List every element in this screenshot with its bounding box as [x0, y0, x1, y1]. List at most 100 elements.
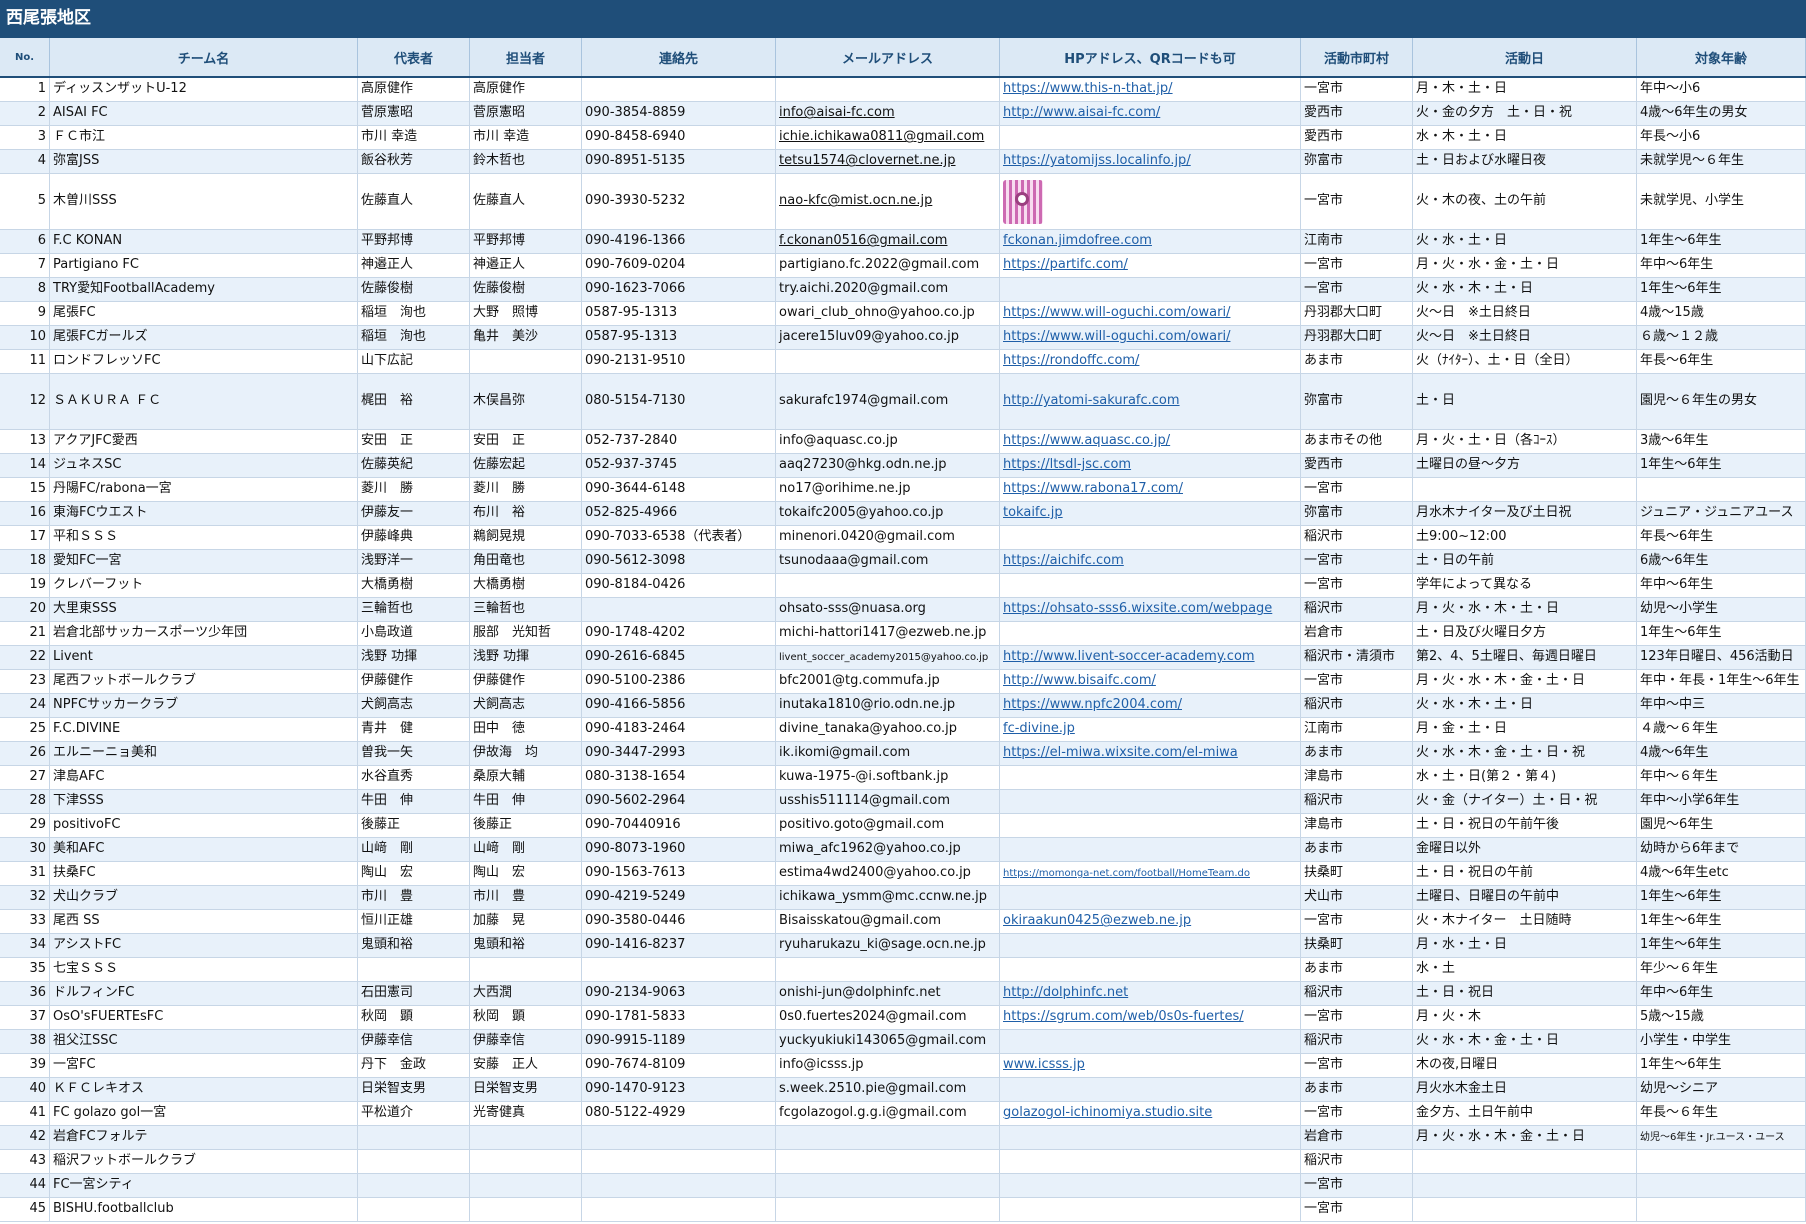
cell-activity-days[interactable]: 火・水・土・日 — [1413, 230, 1637, 253]
cell-city[interactable]: 愛西市 — [1301, 126, 1413, 149]
cell-email[interactable]: kuwa-1975-@i.softbank.jp — [776, 766, 1000, 789]
cell-contact-person[interactable]: 加藤 晃 — [470, 910, 582, 933]
cell-team-name[interactable]: 尾張FCガールズ — [50, 326, 358, 349]
cell-activity-days[interactable] — [1413, 1198, 1637, 1221]
cell-email[interactable]: try.aichi.2020@gmail.com — [776, 278, 1000, 301]
header-activity-days[interactable]: 活動日 — [1413, 38, 1637, 76]
cell-homepage[interactable]: fckonan.jimdofree.com — [1000, 230, 1301, 253]
cell-no[interactable]: 17 — [0, 526, 50, 549]
cell-activity-days[interactable]: 火・木の夜、土の午前 — [1413, 174, 1637, 229]
cell-target-age[interactable]: ４歳～６年生 — [1637, 718, 1806, 741]
cell-team-name[interactable]: ドルフィンFC — [50, 982, 358, 1005]
cell-email-text[interactable]: usshis511114@gmail.com — [779, 794, 950, 809]
cell-email-text[interactable]: yuckyukiuki143065@gmail.com — [779, 1034, 986, 1049]
cell-representative[interactable]: 日栄智支男 — [358, 1078, 470, 1101]
cell-phone[interactable] — [582, 78, 776, 101]
cell-target-age[interactable]: 幼児～小学生 — [1637, 598, 1806, 621]
cell-city[interactable]: あま市その他 — [1301, 430, 1413, 453]
cell-representative[interactable]: 石田憲司 — [358, 982, 470, 1005]
cell-representative[interactable]: 神邉正人 — [358, 254, 470, 277]
header-email[interactable]: メールアドレス — [776, 38, 1000, 76]
cell-activity-days[interactable]: 土曜日、日曜日の午前中 — [1413, 886, 1637, 909]
cell-activity-days[interactable]: 火・金（ナイター）土・日・祝 — [1413, 790, 1637, 813]
cell-email[interactable]: yuckyukiuki143065@gmail.com — [776, 1030, 1000, 1053]
cell-email[interactable]: minenori.0420@gmail.com — [776, 526, 1000, 549]
cell-email-text[interactable]: divine_tanaka@yahoo.co.jp — [779, 722, 957, 737]
cell-team-name[interactable]: 平和ＳＳＳ — [50, 526, 358, 549]
cell-no[interactable]: 23 — [0, 670, 50, 693]
cell-no[interactable]: 10 — [0, 326, 50, 349]
cell-activity-days[interactable]: 火・水・木・土・日 — [1413, 694, 1637, 717]
cell-city[interactable]: 扶桑町 — [1301, 862, 1413, 885]
cell-representative[interactable] — [358, 1126, 470, 1149]
cell-contact-person[interactable]: 神邉正人 — [470, 254, 582, 277]
cell-target-age[interactable]: 年中～小学6年生 — [1637, 790, 1806, 813]
cell-team-name[interactable]: Livent — [50, 646, 358, 669]
cell-city[interactable]: あま市 — [1301, 350, 1413, 373]
cell-contact-person[interactable]: 伊藤幸信 — [470, 1030, 582, 1053]
cell-phone[interactable]: 080-5154-7130 — [582, 374, 776, 429]
cell-contact-person[interactable]: 浅野 功揮 — [470, 646, 582, 669]
cell-city[interactable]: 稲沢市・清須市 — [1301, 646, 1413, 669]
cell-representative[interactable]: 後藤正 — [358, 814, 470, 837]
cell-homepage[interactable] — [1000, 526, 1301, 549]
cell-city[interactable]: あま市 — [1301, 742, 1413, 765]
cell-phone[interactable] — [582, 958, 776, 981]
cell-no[interactable]: 12 — [0, 374, 50, 429]
cell-target-age[interactable]: 1年生～6年生 — [1637, 230, 1806, 253]
cell-activity-days[interactable]: 土・日・祝日 — [1413, 982, 1637, 1005]
cell-phone[interactable]: 090-1470-9123 — [582, 1078, 776, 1101]
cell-phone[interactable]: 090-2616-6845 — [582, 646, 776, 669]
cell-phone[interactable]: 090-8184-0426 — [582, 574, 776, 597]
cell-email[interactable] — [776, 958, 1000, 981]
cell-phone[interactable]: 0587-95-1313 — [582, 302, 776, 325]
cell-phone[interactable]: 090-7674-8109 — [582, 1054, 776, 1077]
cell-team-name[interactable]: ＫＦＣレキオス — [50, 1078, 358, 1101]
cell-no[interactable]: 5 — [0, 174, 50, 229]
cell-no[interactable]: 11 — [0, 350, 50, 373]
cell-email-text[interactable]: miwa_afc1962@yahoo.co.jp — [779, 842, 961, 857]
cell-homepage[interactable]: https://rondoffc.com/ — [1000, 350, 1301, 373]
cell-target-age[interactable]: 年中～6年生 — [1637, 574, 1806, 597]
cell-representative[interactable]: 大橋勇樹 — [358, 574, 470, 597]
cell-team-name[interactable]: ディッスンザットU-12 — [50, 78, 358, 101]
cell-activity-days[interactable]: 月・水・土・日 — [1413, 934, 1637, 957]
cell-no[interactable]: 45 — [0, 1198, 50, 1221]
cell-city[interactable]: 一宮市 — [1301, 910, 1413, 933]
cell-city[interactable]: 一宮市 — [1301, 254, 1413, 277]
cell-contact-person[interactable]: 市川 幸造 — [470, 126, 582, 149]
cell-phone[interactable]: 090-8951-5135 — [582, 150, 776, 173]
cell-phone[interactable]: 052-825-4966 — [582, 502, 776, 525]
cell-email-text[interactable]: nao-kfc@mist.ocn.ne.jp — [779, 194, 932, 209]
cell-activity-days[interactable]: 月・火・水・木・金・土・日 — [1413, 1126, 1637, 1149]
cell-email[interactable]: bfc2001@tg.commufa.jp — [776, 670, 1000, 693]
cell-homepage[interactable] — [1000, 278, 1301, 301]
cell-contact-person[interactable] — [470, 1150, 582, 1173]
cell-phone[interactable]: 090-70440916 — [582, 814, 776, 837]
cell-city[interactable]: 一宮市 — [1301, 478, 1413, 501]
cell-email-text[interactable]: info@icsss.jp — [779, 1058, 863, 1073]
cell-representative[interactable]: 伊藤友一 — [358, 502, 470, 525]
cell-team-name[interactable]: 下津SSS — [50, 790, 358, 813]
cell-city[interactable]: あま市 — [1301, 1078, 1413, 1101]
cell-activity-days[interactable]: 月・火・水・金・土・日 — [1413, 254, 1637, 277]
cell-team-name[interactable]: FC一宮シティ — [50, 1174, 358, 1197]
cell-activity-days[interactable]: 土曜日の昼～夕方 — [1413, 454, 1637, 477]
cell-phone[interactable]: 0587-95-1313 — [582, 326, 776, 349]
cell-phone[interactable]: 090-1563-7613 — [582, 862, 776, 885]
cell-homepage[interactable] — [1000, 1030, 1301, 1053]
cell-no[interactable]: 15 — [0, 478, 50, 501]
cell-no[interactable]: 6 — [0, 230, 50, 253]
cell-activity-days[interactable]: 木の夜,日曜日 — [1413, 1054, 1637, 1077]
cell-city[interactable]: 一宮市 — [1301, 1198, 1413, 1221]
cell-target-age[interactable]: 年中～中三 — [1637, 694, 1806, 717]
cell-phone[interactable]: 090-8458-6940 — [582, 126, 776, 149]
cell-activity-days[interactable]: 土・日の午前 — [1413, 550, 1637, 573]
cell-team-name[interactable]: 美和AFC — [50, 838, 358, 861]
cell-contact-person[interactable]: 犬飼高志 — [470, 694, 582, 717]
cell-city[interactable]: 丹羽郡大口町 — [1301, 326, 1413, 349]
cell-email[interactable]: fcgolazogol.g.g.i@gmail.com — [776, 1102, 1000, 1125]
header-no[interactable]: No. — [0, 38, 50, 76]
cell-contact-person[interactable]: 鈴木哲也 — [470, 150, 582, 173]
cell-phone[interactable] — [582, 1150, 776, 1173]
